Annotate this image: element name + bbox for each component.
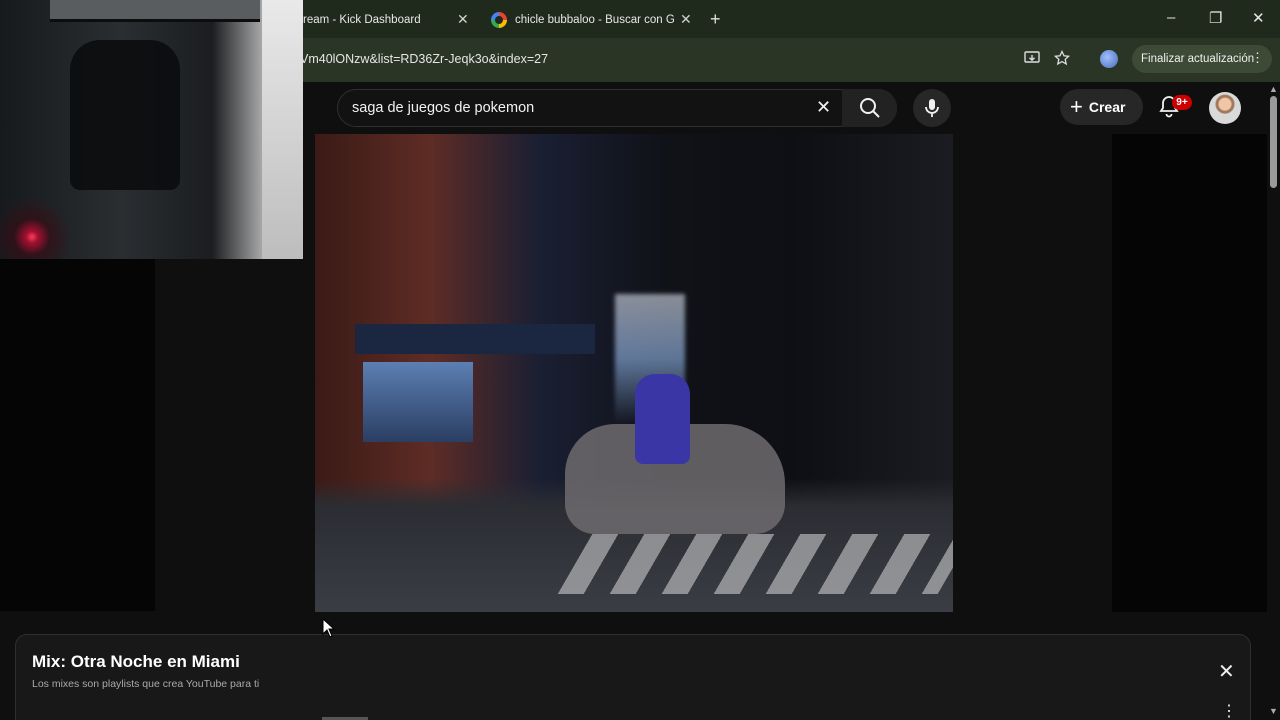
- video-rider: [635, 374, 690, 464]
- star-icon[interactable]: [1053, 49, 1071, 70]
- close-tab-icon[interactable]: ✕: [457, 11, 469, 28]
- profile-icon[interactable]: [1100, 50, 1118, 68]
- create-label: Crear: [1088, 99, 1126, 115]
- tab-title: chicle bubbaloo - Buscar con G: [515, 14, 675, 26]
- install-icon[interactable]: [1024, 50, 1040, 70]
- close-icon[interactable]: ✕: [1218, 659, 1235, 684]
- url-field[interactable]: Vm40lONzw&list=RD36Zr-Jeqk3o&index=27: [300, 52, 548, 66]
- minimize-button[interactable]: –: [1167, 9, 1175, 26]
- update-button[interactable]: Finalizar actualización ⋮: [1132, 45, 1272, 73]
- close-window-button[interactable]: ✕: [1252, 9, 1265, 27]
- google-icon: [491, 12, 507, 28]
- page-scrollbar[interactable]: ▲ ▼: [1267, 82, 1280, 720]
- tab-kick-dashboard[interactable]: ream - Kick Dashboard: [303, 6, 421, 34]
- video-player[interactable]: [315, 134, 953, 612]
- webcam-chair: [70, 40, 180, 190]
- tab-title: ream - Kick Dashboard: [303, 14, 421, 26]
- search-input[interactable]: saga de juegos de pokemon: [352, 100, 534, 116]
- video-storefront: [363, 362, 473, 442]
- scroll-thumb[interactable]: [1270, 96, 1277, 188]
- ambient-right: [1112, 134, 1267, 612]
- playlist-subtitle: Los mixes son playlists que crea YouTube…: [32, 678, 260, 690]
- search-box[interactable]: saga de juegos de pokemon ✕: [337, 89, 897, 127]
- more-options-icon[interactable]: ⋮: [1221, 701, 1237, 720]
- notification-badge: 9+: [1172, 95, 1192, 110]
- search-icon: [859, 98, 880, 118]
- plus-icon: +: [1070, 94, 1083, 119]
- voice-search-button[interactable]: [913, 89, 951, 127]
- webcam-overlay: [0, 0, 303, 259]
- video-crosswalk: [557, 534, 953, 594]
- new-tab-button[interactable]: +: [710, 9, 721, 30]
- restore-button[interactable]: ❐: [1209, 9, 1222, 27]
- webcam-door: [262, 0, 303, 259]
- create-button[interactable]: + Crear: [1060, 89, 1143, 125]
- ambient-left: [0, 259, 155, 611]
- playlist-panel: Mix: Otra Noche en Miami Los mixes son p…: [15, 634, 1251, 720]
- update-button-label: Finalizar actualización: [1141, 53, 1255, 65]
- search-button[interactable]: [842, 89, 897, 127]
- close-tab-icon[interactable]: ✕: [680, 11, 692, 28]
- playlist-title[interactable]: Mix: Otra Noche en Miami: [32, 652, 240, 672]
- clear-search-icon[interactable]: ✕: [816, 97, 831, 118]
- mouse-cursor-icon: [322, 618, 336, 638]
- avatar[interactable]: [1209, 92, 1241, 124]
- webcam-window: [50, 0, 260, 22]
- tab-google-search[interactable]: chicle bubbaloo - Buscar con G: [491, 6, 675, 34]
- scroll-down-icon[interactable]: ▼: [1269, 706, 1278, 716]
- scroll-up-icon[interactable]: ▲: [1269, 84, 1278, 94]
- microphone-icon: [925, 99, 939, 117]
- kebab-icon[interactable]: ⋮: [1251, 50, 1264, 66]
- video-sign: [355, 324, 595, 354]
